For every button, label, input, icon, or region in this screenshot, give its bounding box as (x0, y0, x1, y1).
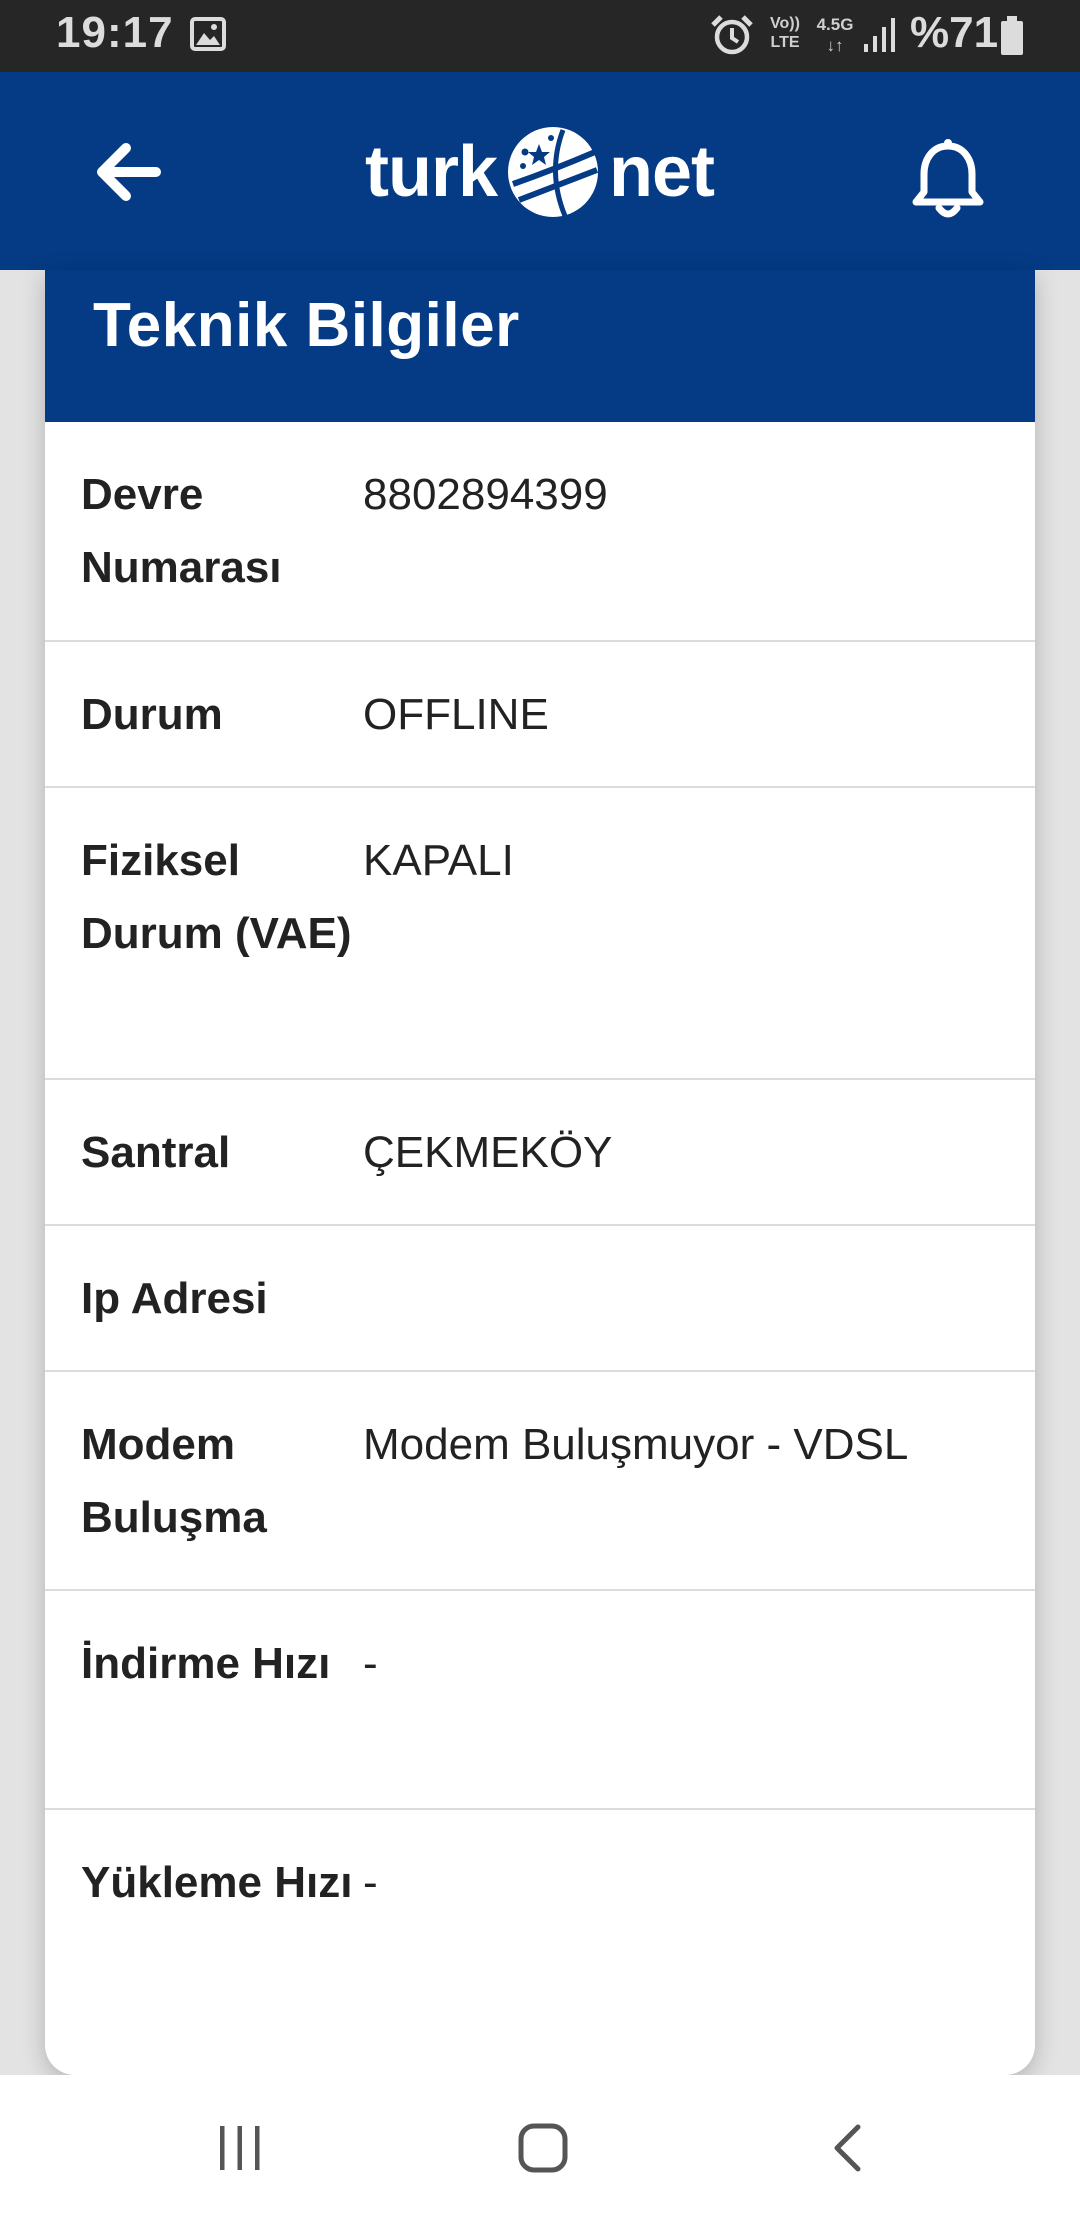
brand-logo-right: net (609, 132, 715, 212)
info-label: Yükleme Hızı (81, 1858, 353, 1907)
globe-icon (508, 127, 599, 217)
info-value: 8802894399 (363, 470, 608, 519)
info-row-santral: Santral ÇEKMEKÖY (45, 1080, 1035, 1226)
info-value: KAPALI (363, 836, 514, 885)
back-arrow-icon[interactable] (90, 134, 170, 210)
back-icon[interactable] (828, 2123, 868, 2173)
brand-logo: turk net (365, 117, 715, 227)
info-label: Fiziksel Durum (VAE) (81, 836, 352, 958)
info-value: Modem Buluşmuyor - VDSL (363, 1420, 909, 1469)
gallery-icon (190, 17, 226, 51)
info-row-yukleme-hizi: Yükleme Hızı - (45, 1810, 1035, 2060)
brand-logo-left: turk (365, 132, 498, 212)
alarm-icon (711, 15, 753, 55)
card-header: Teknik Bilgiler (45, 270, 1035, 422)
status-time: 19:17 (56, 8, 174, 57)
info-row-ip-adresi: Ip Adresi (45, 1226, 1035, 1372)
home-icon[interactable] (518, 2123, 568, 2173)
info-row-modem-bulusma: Modem Buluşma Modem Buluşmuyor - VDSL (45, 1372, 1035, 1591)
info-value: - (363, 1639, 378, 1688)
info-label: İndirme Hızı (81, 1639, 331, 1688)
info-row-fiziksel-durum: Fiziksel Durum (VAE) KAPALI (45, 788, 1035, 1080)
info-row-indirme-hizi: İndirme Hızı - (45, 1591, 1035, 1810)
battery-percent: %71 (910, 8, 999, 57)
info-label: Ip Adresi (81, 1274, 268, 1323)
bell-icon[interactable] (908, 134, 988, 224)
info-value: OFFLINE (363, 690, 549, 739)
info-value: - (363, 1858, 378, 1907)
info-label: Santral (81, 1128, 231, 1177)
technical-info-card: Teknik Bilgiler Devre Numarası 880289439… (45, 270, 1035, 2075)
info-row-durum: Durum OFFLINE (45, 642, 1035, 788)
info-label: Durum (81, 690, 223, 739)
network-type-indicator: 4.5G ↓↑ (813, 14, 857, 56)
signal-icon (864, 18, 895, 52)
info-value: ÇEKMEKÖY (363, 1128, 613, 1177)
info-label: Devre Numarası (81, 470, 282, 592)
card-title: Teknik Bilgiler (93, 291, 520, 360)
info-row-devre-numarasi: Devre Numarası 8802894399 (45, 422, 1035, 642)
battery-icon (1001, 16, 1023, 55)
recents-icon[interactable] (215, 2123, 265, 2173)
system-nav-bar (0, 2075, 1080, 2220)
app-bar: turk net (0, 72, 1080, 270)
volte-indicator: Vo)) LTE (770, 15, 800, 51)
status-bar: 19:17 Vo)) LTE 4.5G ↓↑ %71 (0, 0, 1080, 72)
info-label: Modem Buluşma (81, 1420, 267, 1542)
data-arrows-icon: ↓↑ (826, 36, 844, 55)
